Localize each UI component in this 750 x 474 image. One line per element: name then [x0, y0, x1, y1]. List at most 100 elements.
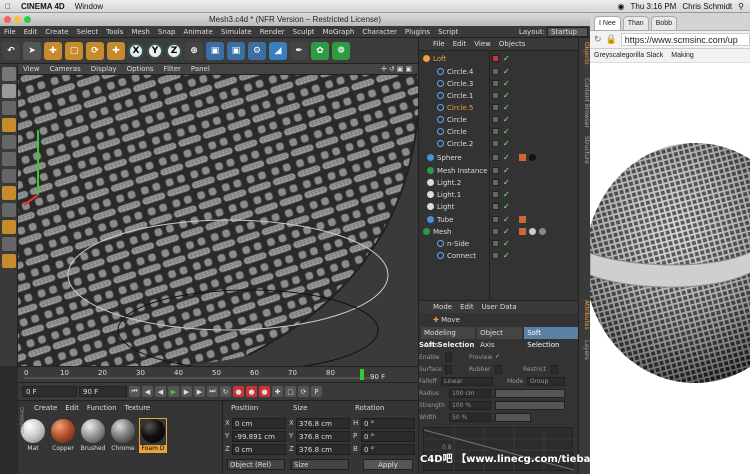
object-row[interactable]: Connect ✓	[419, 250, 579, 262]
viewport-nav-icons[interactable]: ✛↺▣▣	[381, 65, 418, 73]
x-axis-lock[interactable]: X	[128, 42, 144, 59]
attr-menu-userdata[interactable]: User Data	[482, 303, 517, 311]
object-row[interactable]: Circle.2 ✓	[419, 138, 579, 150]
param-key-icon[interactable]: P	[311, 386, 322, 397]
menu-plugins[interactable]: Plugins	[401, 28, 434, 36]
preview-checkbox[interactable]: ✓	[495, 353, 500, 360]
material-swatch[interactable]: Copper	[50, 419, 76, 452]
y-axis-lock[interactable]: Y	[147, 42, 163, 59]
tab-object-axis[interactable]: Object Axis	[477, 327, 523, 349]
object-row[interactable]: n-Side ✓	[419, 238, 579, 250]
pen-spline-icon[interactable]: ✒	[290, 41, 308, 60]
object-row[interactable]: Circle.4 ✓	[419, 66, 579, 78]
workplane-icon[interactable]	[2, 118, 16, 132]
object-row[interactable]: Circle.3 ✓	[419, 78, 579, 90]
z-axis-lock[interactable]: Z	[166, 42, 182, 59]
menu-simulate[interactable]: Simulate	[217, 28, 256, 36]
position-key-icon[interactable]: ✚	[272, 386, 283, 397]
object-row[interactable]: Circle.5 ✓	[419, 102, 579, 114]
object-row[interactable]: Circle ✓	[419, 126, 579, 138]
reload-icon[interactable]: ↻	[594, 34, 602, 45]
object-row[interactable]: Circle ✓	[419, 114, 579, 126]
pos-x-field[interactable]: 0 cm	[232, 418, 286, 429]
menu-file[interactable]: File	[0, 28, 20, 36]
object-row[interactable]: Mesh ✓	[419, 226, 579, 238]
obj-menu-objects[interactable]: Objects	[499, 40, 525, 48]
obj-menu-file[interactable]: File	[433, 40, 445, 48]
size-z-field[interactable]: 376.8 cm	[296, 444, 350, 455]
mat-menu-create[interactable]: Create	[34, 404, 57, 412]
tab-soft-selection[interactable]: Soft Selection	[524, 327, 578, 349]
close-icon[interactable]	[4, 16, 11, 23]
browser-tab[interactable]: I Nee	[594, 16, 621, 30]
rot-h-field[interactable]: 0 °	[361, 418, 415, 429]
timeline-ruler[interactable]: 0 10 20 30 40 50 60 70 80 90 F	[18, 366, 418, 382]
3d-viewport[interactable]	[18, 75, 418, 366]
material-swatch[interactable]: Chrome	[110, 419, 136, 452]
width-field[interactable]: 50 %	[449, 413, 491, 422]
render-settings-icon[interactable]: ⚙	[248, 41, 266, 60]
coordinate-system-icon[interactable]: ⊕	[185, 41, 203, 60]
render-view-icon[interactable]: ▣	[206, 41, 224, 60]
menu-mograph[interactable]: MoGraph	[319, 28, 359, 36]
object-row[interactable]: Light ✓	[419, 201, 579, 213]
undo-icon[interactable]: ↶	[2, 41, 20, 60]
zoom-icon[interactable]	[24, 16, 31, 23]
bookmark-item[interactable]: Making	[671, 52, 694, 59]
material-swatch-selected[interactable]: Foam D	[139, 418, 167, 453]
goto-end-icon[interactable]: ⏭	[207, 386, 218, 397]
obj-menu-edit[interactable]: Edit	[453, 40, 467, 48]
points-mode-icon[interactable]	[2, 135, 16, 149]
apply-button[interactable]: Apply	[363, 459, 413, 470]
menu-render[interactable]: Render	[256, 28, 289, 36]
vp-menu-filter[interactable]: Filter	[159, 65, 186, 73]
object-row[interactable]: Light.1 ✓	[419, 189, 579, 201]
rot-b-field[interactable]: 0 °	[361, 444, 415, 455]
prev-frame-icon[interactable]: ◀	[155, 386, 166, 397]
mat-menu-edit[interactable]: Edit	[65, 404, 79, 412]
obj-menu-view[interactable]: View	[474, 40, 491, 48]
render-picture-icon[interactable]: ▣	[227, 41, 245, 60]
move-tool-icon[interactable]: ✚	[44, 41, 62, 60]
vp-menu-cameras[interactable]: Cameras	[45, 65, 86, 73]
width-slider[interactable]	[495, 413, 531, 422]
tweak-mode-icon[interactable]	[2, 203, 16, 217]
axis-mode-icon[interactable]	[2, 186, 16, 200]
radius-field[interactable]: 100 cm	[449, 389, 491, 398]
size-y-field[interactable]: 376.8 cm	[296, 431, 350, 442]
model-mode-icon[interactable]	[2, 84, 16, 98]
layout-select[interactable]: Startup	[547, 26, 588, 37]
material-swatch[interactable]: Brushed	[80, 419, 106, 452]
menu-tools[interactable]: Tools	[102, 28, 127, 36]
mode-select[interactable]: Group	[527, 377, 565, 386]
object-row[interactable]: Circle.1 ✓	[419, 90, 579, 102]
autokey-icon[interactable]: ●	[246, 386, 257, 397]
goto-start-icon[interactable]: ⏮	[129, 386, 140, 397]
minimize-icon[interactable]	[14, 16, 21, 23]
start-frame-field[interactable]: 0 F	[22, 386, 77, 397]
tab-content-browser[interactable]: Content Browser	[580, 78, 590, 128]
menu-edit[interactable]: Edit	[20, 28, 42, 36]
window-menu[interactable]: Window	[70, 2, 108, 11]
size-mode-select[interactable]: Size	[291, 459, 349, 470]
polygons-mode-icon[interactable]	[2, 169, 16, 183]
mat-menu-texture[interactable]: Texture	[125, 404, 151, 412]
menu-script[interactable]: Script	[434, 28, 462, 36]
keyframe-selection-icon[interactable]: ●	[259, 386, 270, 397]
live-select-icon[interactable]: ✚	[107, 41, 125, 60]
rot-p-field[interactable]: 0 °	[361, 431, 415, 442]
array-icon[interactable]: ❁	[332, 41, 350, 60]
strength-slider[interactable]	[495, 401, 565, 410]
end-frame-field[interactable]: 90 F	[79, 386, 127, 397]
subdivision-surface-icon[interactable]: ✿	[311, 41, 329, 60]
cube-object-icon[interactable]: ◢	[269, 41, 287, 60]
vp-menu-panel[interactable]: Panel	[186, 65, 215, 73]
browser-tab[interactable]: Bobb	[650, 16, 678, 30]
pos-z-field[interactable]: 0 cm	[232, 444, 286, 455]
object-row[interactable]: Tube ✓	[419, 214, 579, 226]
object-row[interactable]: Mesh Instance ✓	[419, 165, 579, 177]
pos-y-field[interactable]: -99.891 cm	[232, 431, 286, 442]
rotation-key-icon[interactable]: ⟳	[298, 386, 309, 397]
address-bar[interactable]: https://www.scmsinc.com/up	[620, 33, 750, 46]
falloff-select[interactable]: Linear	[441, 377, 493, 386]
